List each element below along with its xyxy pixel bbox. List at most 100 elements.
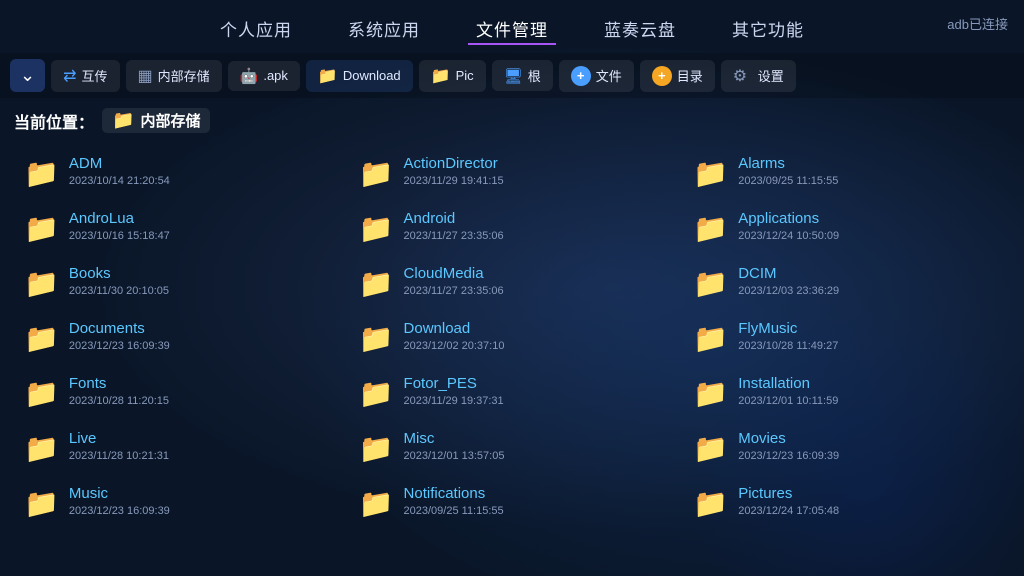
- file-item[interactable]: 📁 Live 2023/11/28 10:21:31: [10, 420, 345, 475]
- file-date: 2023/12/24 10:50:09: [738, 230, 1000, 242]
- file-date: 2023/12/01 10:11:59: [738, 395, 1000, 407]
- file-name: ADM: [69, 155, 331, 172]
- file-date: 2023/10/16 15:18:47: [69, 230, 331, 242]
- file-item[interactable]: 📁 Fotor_PES 2023/11/29 19:37:31: [345, 365, 680, 420]
- folder-icon: 📁: [693, 322, 728, 355]
- file-info: ADM 2023/10/14 21:20:54: [69, 155, 331, 187]
- file-item[interactable]: 📁 Notifications 2023/09/25 11:15:55: [345, 475, 680, 530]
- toolbar-settings-button[interactable]: ⚙ 设置: [721, 60, 796, 92]
- file-date: 2023/11/29 19:37:31: [404, 395, 666, 407]
- file-item[interactable]: 📁 Alarms 2023/09/25 11:15:55: [679, 145, 1014, 200]
- file-item[interactable]: 📁 Download 2023/12/02 20:37:10: [345, 310, 680, 365]
- file-item[interactable]: 📁 Pictures 2023/12/24 17:05:48: [679, 475, 1014, 530]
- breadcrumb-folder-name: 内部存储: [140, 110, 200, 131]
- toolbar-download-button[interactable]: 📁 Download: [306, 60, 413, 92]
- toolbar-new-dir-label: 目录: [677, 66, 703, 85]
- file-info: Installation 2023/12/01 10:11:59: [738, 375, 1000, 407]
- collapse-button[interactable]: ⌄: [10, 59, 45, 92]
- file-date: 2023/11/30 20:10:05: [69, 285, 331, 297]
- file-item[interactable]: 📁 ADM 2023/10/14 21:20:54: [10, 145, 345, 200]
- file-name: DCIM: [738, 265, 1000, 282]
- file-name: CloudMedia: [404, 265, 666, 282]
- folder-icon: 📁: [693, 267, 728, 300]
- toolbar-storage-label: 内部存储: [158, 66, 210, 85]
- android-icon: 🤖: [240, 67, 259, 85]
- file-name: Android: [404, 210, 666, 227]
- nav-item-system-apps[interactable]: 系统应用: [340, 12, 428, 45]
- nav-item-other[interactable]: 其它功能: [724, 12, 812, 45]
- file-name: Books: [69, 265, 331, 282]
- folder-icon: 📁: [693, 432, 728, 465]
- app-container: 个人应用 系统应用 文件管理 蓝奏云盘 其它功能 adb已连接 ⌄ ⇄ 互传 ▦…: [0, 0, 1024, 576]
- file-item[interactable]: 📁 DCIM 2023/12/03 23:36:29: [679, 255, 1014, 310]
- file-date: 2023/12/23 16:09:39: [69, 505, 331, 517]
- folder-icon: 📁: [359, 487, 394, 520]
- toolbar-new-file-button[interactable]: + 文件: [559, 60, 634, 92]
- storage-icon: ▦: [138, 66, 153, 86]
- folder-icon: 📁: [24, 432, 59, 465]
- nav-item-personal-apps[interactable]: 个人应用: [212, 12, 300, 45]
- file-item[interactable]: 📁 Documents 2023/12/23 16:09:39: [10, 310, 345, 365]
- toolbar-share-button[interactable]: ⇄ 互传: [51, 60, 119, 92]
- toolbar-new-file-label: 文件: [596, 66, 622, 85]
- nav-item-cloud[interactable]: 蓝奏云盘: [596, 12, 684, 45]
- toolbar-root-button[interactable]: 🖥 根: [492, 60, 553, 91]
- file-item[interactable]: 📁 Music 2023/12/23 16:09:39: [10, 475, 345, 530]
- file-name: AndroLua: [69, 210, 331, 227]
- file-item[interactable]: 📁 Misc 2023/12/01 13:57:05: [345, 420, 680, 475]
- folder-icon: 📁: [24, 377, 59, 410]
- file-date: 2023/09/25 11:15:55: [404, 505, 666, 517]
- folder-icon: 📁: [693, 157, 728, 190]
- file-item[interactable]: 📁 AndroLua 2023/10/16 15:18:47: [10, 200, 345, 255]
- file-info: Fonts 2023/10/28 11:20:15: [69, 375, 331, 407]
- gear-icon: ⚙: [733, 66, 753, 86]
- file-item[interactable]: 📁 Fonts 2023/10/28 11:20:15: [10, 365, 345, 420]
- file-date: 2023/10/28 11:20:15: [69, 395, 331, 407]
- file-item[interactable]: 📁 FlyMusic 2023/10/28 11:49:27: [679, 310, 1014, 365]
- file-info: Books 2023/11/30 20:10:05: [69, 265, 331, 297]
- toolbar: ⌄ ⇄ 互传 ▦ 内部存储 🤖 .apk 📁 Download 📁 Pic: [0, 53, 1024, 98]
- file-date: 2023/10/14 21:20:54: [69, 175, 331, 187]
- file-item[interactable]: 📁 Android 2023/11/27 23:35:06: [345, 200, 680, 255]
- file-info: Misc 2023/12/01 13:57:05: [404, 430, 666, 462]
- file-name: Alarms: [738, 155, 1000, 172]
- file-item[interactable]: 📁 Books 2023/11/30 20:10:05: [10, 255, 345, 310]
- breadcrumb-current-folder[interactable]: 📁 内部存储: [102, 108, 210, 133]
- file-date: 2023/12/03 23:36:29: [738, 285, 1000, 297]
- file-date: 2023/12/24 17:05:48: [738, 505, 1000, 517]
- file-date: 2023/12/23 16:09:39: [69, 340, 331, 352]
- file-item[interactable]: 📁 Installation 2023/12/01 10:11:59: [679, 365, 1014, 420]
- file-name: Download: [404, 320, 666, 337]
- file-name: Applications: [738, 210, 1000, 227]
- file-grid: 📁 ADM 2023/10/14 21:20:54 📁 AndroLua 202…: [0, 141, 1024, 534]
- file-item[interactable]: 📁 Movies 2023/12/23 16:09:39: [679, 420, 1014, 475]
- file-date: 2023/12/01 13:57:05: [404, 450, 666, 462]
- file-info: Music 2023/12/23 16:09:39: [69, 485, 331, 517]
- folder-icon: 📁: [359, 377, 394, 410]
- file-name: Fonts: [69, 375, 331, 392]
- plus-dir-icon: +: [652, 66, 672, 86]
- file-name: Movies: [738, 430, 1000, 447]
- file-item[interactable]: 📁 CloudMedia 2023/11/27 23:35:06: [345, 255, 680, 310]
- folder-icon: 📁: [359, 212, 394, 245]
- folder-download-icon: 📁: [318, 66, 338, 86]
- file-name: Pictures: [738, 485, 1000, 502]
- file-info: Fotor_PES 2023/11/29 19:37:31: [404, 375, 666, 407]
- nav-item-file-manager[interactable]: 文件管理: [468, 12, 556, 45]
- file-item[interactable]: 📁 Applications 2023/12/24 10:50:09: [679, 200, 1014, 255]
- file-date: 2023/11/27 23:35:06: [404, 230, 666, 242]
- file-item[interactable]: 📁 ActionDirector 2023/11/29 19:41:15: [345, 145, 680, 200]
- file-info: Android 2023/11/27 23:35:06: [404, 210, 666, 242]
- folder-icon: 📁: [693, 487, 728, 520]
- toolbar-settings-label: 设置: [758, 66, 784, 85]
- file-info: Movies 2023/12/23 16:09:39: [738, 430, 1000, 462]
- folder-icon: 📁: [359, 432, 394, 465]
- toolbar-download-label: Download: [343, 68, 401, 83]
- folder-icon: 📁: [24, 487, 59, 520]
- toolbar-apk-button[interactable]: 🤖 .apk: [228, 61, 300, 91]
- toolbar-pic-button[interactable]: 📁 Pic: [419, 60, 486, 92]
- file-date: 2023/12/02 20:37:10: [404, 340, 666, 352]
- file-date: 2023/12/23 16:09:39: [738, 450, 1000, 462]
- toolbar-new-dir-button[interactable]: + 目录: [640, 60, 715, 92]
- toolbar-storage-button[interactable]: ▦ 内部存储: [126, 60, 222, 92]
